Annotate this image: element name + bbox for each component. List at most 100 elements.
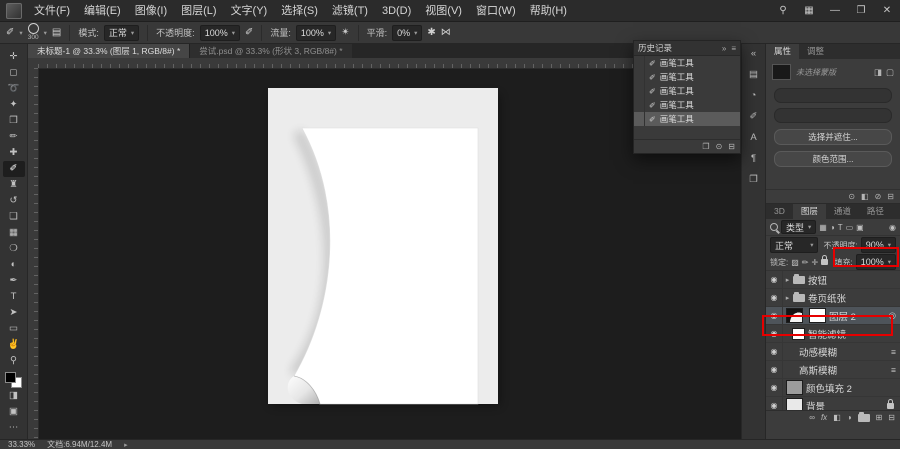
active-tool-icon[interactable]: ✐	[6, 27, 14, 38]
quick-mask-icon[interactable]: ◨	[3, 388, 25, 404]
smart-filter-row[interactable]: ◉ 智能滤镜	[766, 325, 900, 343]
menu-layer[interactable]: 图层(L)	[174, 0, 223, 22]
history-entry-selected[interactable]: ✐ 画笔工具	[634, 112, 740, 126]
airbrush-icon[interactable]: ✴	[341, 27, 349, 38]
layer-name[interactable]: 按钮	[808, 273, 827, 287]
background-lock-icon[interactable]	[887, 398, 894, 409]
visibility-eye-icon[interactable]: ◉	[766, 271, 783, 288]
eyedropper-tool-icon[interactable]: ✏	[3, 129, 25, 145]
menu-3d[interactable]: 3D(D)	[375, 0, 418, 22]
clone-source-panel-icon[interactable]: ❐	[745, 173, 763, 187]
filter-type-select[interactable]: 类型 ▾	[781, 220, 817, 234]
filter-name[interactable]: 动感模糊	[799, 345, 837, 359]
filter-pixel-icon[interactable]: ▦	[819, 223, 827, 232]
filter-blend-options-icon[interactable]: ≡	[891, 347, 896, 357]
menu-window[interactable]: 窗口(W)	[469, 0, 523, 22]
filter-shape-icon[interactable]: ▭	[846, 223, 854, 232]
layer-name[interactable]: 颜色填充 2	[806, 381, 852, 395]
lasso-tool-icon[interactable]: ➰	[3, 81, 25, 97]
add-pixel-mask-icon[interactable]: ◨	[874, 67, 882, 78]
group-arrow-icon[interactable]: ▸	[783, 294, 792, 302]
visibility-eye-icon[interactable]: ◉	[766, 343, 783, 360]
tab-3d[interactable]: 3D	[766, 204, 793, 219]
smoothing-select[interactable]: 0% ▾	[392, 24, 423, 41]
gradient-tool-icon[interactable]: ▦	[3, 225, 25, 241]
search-icon[interactable]: ⚲	[770, 0, 796, 22]
ruler-vertical[interactable]	[28, 68, 39, 439]
shape-tool-icon[interactable]: ▭	[3, 321, 25, 337]
layer-row[interactable]: ◉ ▸ 按钮	[766, 271, 900, 289]
history-source-cell[interactable]	[634, 84, 645, 98]
restore-button[interactable]: ❐	[848, 0, 874, 22]
type-tool-icon[interactable]: T	[3, 289, 25, 305]
layer-opacity-select[interactable]: 90% ▾	[860, 237, 896, 253]
tab-properties[interactable]: 属性	[766, 44, 800, 59]
doc-tab-active[interactable]: 未标题-1 @ 33.3% (图层 1, RGB/8#) *	[28, 44, 190, 58]
filter-blend-options-icon[interactable]: ≡	[891, 365, 896, 375]
eraser-tool-icon[interactable]: ❑	[3, 209, 25, 225]
lock-position-icon[interactable]: ✛	[812, 258, 819, 267]
minimize-button[interactable]: —	[822, 0, 848, 22]
blend-mode-select[interactable]: 正常 ▾	[770, 237, 819, 253]
swatches-panel-icon[interactable]: ▤	[745, 68, 763, 82]
group-arrow-icon[interactable]: ▸	[783, 276, 792, 284]
select-and-mask-button[interactable]: 选择并遮住...	[774, 129, 892, 145]
menu-edit[interactable]: 编辑(E)	[77, 0, 128, 22]
workspace-icon[interactable]: ▦	[796, 0, 822, 22]
smoothing-options-icon[interactable]: ✱	[427, 27, 435, 38]
visibility-eye-icon[interactable]: ◉	[766, 325, 783, 342]
delete-layer-icon[interactable]: ⊟	[888, 413, 895, 422]
brush-preset-picker[interactable]: 300	[27, 23, 39, 42]
layer-mask-thumbnail[interactable]	[809, 308, 826, 323]
marquee-tool-icon[interactable]: ◻	[3, 65, 25, 81]
link-layers-icon[interactable]: ∞	[809, 413, 815, 422]
layer-row[interactable]: ◉ ▸ 卷页纸张	[766, 289, 900, 307]
history-entry[interactable]: ✐ 画笔工具	[634, 56, 740, 70]
symmetry-icon[interactable]: ⋈	[441, 27, 451, 38]
history-entry[interactable]: ✐ 画笔工具	[634, 70, 740, 84]
menu-image[interactable]: 图像(I)	[128, 0, 174, 22]
brushes-panel-icon[interactable]: ✐	[745, 110, 763, 124]
foreground-color-swatch[interactable]	[5, 372, 16, 383]
lock-transparent-icon[interactable]: ▨	[791, 258, 799, 267]
history-source-cell[interactable]	[634, 98, 645, 112]
toggle-brush-panel-icon[interactable]: ▤	[52, 27, 61, 38]
tab-channels[interactable]: 通道	[826, 204, 859, 219]
add-mask-icon[interactable]: ◧	[833, 413, 841, 422]
flow-select[interactable]: 100% ▾	[295, 24, 337, 41]
menu-filter[interactable]: 滤镜(T)	[325, 0, 375, 22]
panel-menu-icon[interactable]: ≡	[731, 44, 736, 53]
layer-style-icon[interactable]: fx	[821, 413, 827, 422]
new-group-icon[interactable]	[857, 411, 870, 422]
tab-paths[interactable]: 路径	[859, 204, 892, 219]
disable-mask-icon[interactable]: ⊘	[875, 192, 882, 201]
visibility-eye-icon[interactable]: ◉	[766, 379, 783, 396]
character-panel-icon[interactable]: A	[745, 131, 763, 145]
lock-pixels-icon[interactable]: ✏	[802, 258, 809, 267]
filter-toggle-icon[interactable]: ◉	[889, 223, 896, 232]
filter-adjustment-icon[interactable]: ◑	[830, 223, 835, 232]
doc-tab-inactive[interactable]: 尝试.psd @ 33.3% (形状 3, RGB/8#) *	[189, 44, 352, 58]
color-range-button[interactable]: 颜色范围...	[774, 151, 892, 167]
history-entry[interactable]: ✐ 画笔工具	[634, 98, 740, 112]
layer-thumbnail[interactable]	[786, 308, 803, 323]
smart-filter-label[interactable]: 智能滤镜	[808, 327, 846, 341]
filter-type-icon[interactable]: T	[838, 223, 843, 232]
layer-name[interactable]: 图层 2	[829, 309, 856, 323]
lock-all-icon[interactable]	[821, 255, 829, 265]
new-snapshot-icon[interactable]: ⊙	[716, 142, 723, 151]
mask-thumbnail[interactable]	[772, 64, 791, 80]
tab-adjustments[interactable]: 调整	[799, 44, 832, 59]
layer-row-selected[interactable]: ◉ 图层 2 ◎	[766, 307, 900, 325]
history-source-cell[interactable]	[634, 70, 645, 84]
delete-mask-icon[interactable]: ⊟	[887, 192, 894, 201]
menu-file[interactable]: 文件(F)	[27, 0, 77, 22]
menu-view[interactable]: 视图(V)	[418, 0, 469, 22]
dodge-tool-icon[interactable]: ◐	[3, 257, 25, 273]
new-doc-from-state-icon[interactable]: ❐	[702, 142, 709, 151]
fill-layer-thumbnail[interactable]	[786, 380, 803, 395]
visibility-eye-icon[interactable]: ◉	[766, 361, 783, 378]
menu-select[interactable]: 选择(S)	[274, 0, 325, 22]
delete-state-icon[interactable]: ⊟	[728, 142, 735, 151]
history-source-cell[interactable]	[634, 112, 645, 126]
